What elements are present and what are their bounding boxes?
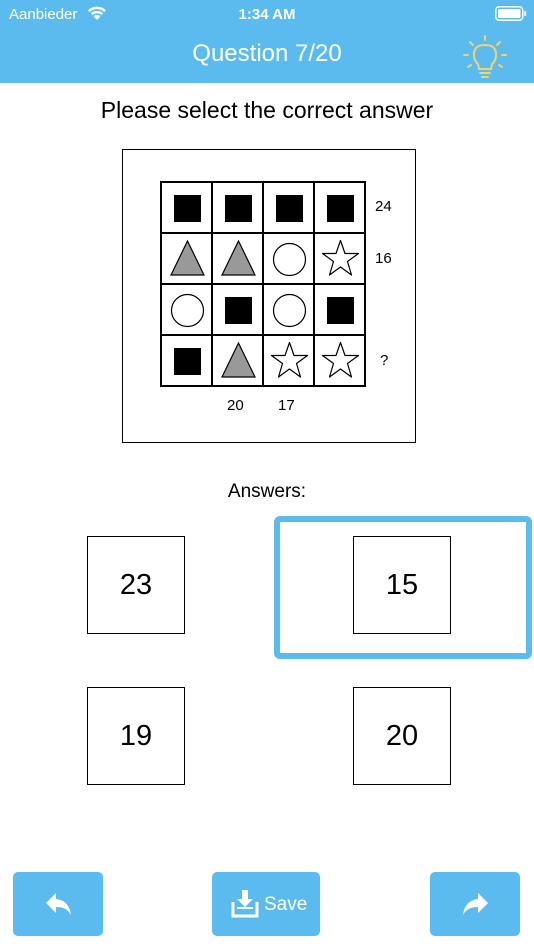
grid-cell [263, 284, 314, 335]
grid-cell [161, 284, 212, 335]
grid-cell [263, 335, 314, 386]
forward-arrow-icon [463, 893, 488, 915]
grid-cell [314, 182, 365, 233]
square-shape [327, 297, 354, 324]
grid-cell [314, 335, 365, 386]
clock: 1:34 AM [238, 6, 296, 23]
triangle-shape [170, 239, 205, 276]
reply-arrow-icon [46, 893, 71, 915]
grid-cell [161, 233, 212, 284]
square-shape [225, 297, 252, 324]
save-label: Save [264, 894, 308, 915]
square-shape [174, 195, 201, 222]
column-sum-3: 17 [278, 397, 295, 414]
grid-cell [314, 233, 365, 284]
circle-shape [272, 293, 307, 328]
grid-cell [212, 284, 263, 335]
answer-option-2[interactable]: 15 [353, 536, 451, 634]
grid-cell [314, 284, 365, 335]
save-button[interactable]: Save [212, 872, 320, 936]
status-bar: Aanbieder 1:34 AM [0, 0, 534, 28]
row-sum-1: 24 [375, 198, 392, 215]
answers-label: Answers: [227, 481, 307, 502]
page-title: Question 7/20 [192, 40, 342, 67]
star-shape [321, 341, 360, 378]
grid-cell [212, 233, 263, 284]
grid-cell [161, 182, 212, 233]
header-bar: Aanbieder 1:34 AM Question 7/20 [0, 0, 534, 83]
circle-shape [170, 293, 205, 328]
puzzle-grid [160, 181, 366, 387]
grid-cell [263, 233, 314, 284]
grid-cell [212, 335, 263, 386]
lightbulb-icon[interactable] [462, 34, 508, 80]
forward-button[interactable] [430, 872, 520, 936]
download-tray-icon [231, 890, 259, 918]
square-shape [225, 195, 252, 222]
square-shape [174, 348, 201, 375]
circle-shape [272, 242, 307, 277]
triangle-shape [221, 239, 256, 276]
question-prompt: Please select the correct answer [100, 97, 434, 123]
grid-cell [161, 335, 212, 386]
back-button[interactable] [13, 872, 103, 936]
row-sum-2: 16 [375, 250, 392, 267]
grid-cell [212, 182, 263, 233]
column-sum-2: 20 [227, 397, 244, 414]
square-shape [327, 195, 354, 222]
battery-icon [495, 6, 527, 21]
answer-option-3[interactable]: 19 [87, 687, 185, 785]
star-shape [270, 341, 309, 378]
grid-cell [263, 182, 314, 233]
square-shape [276, 195, 303, 222]
triangle-shape [221, 341, 256, 378]
row-sum-4: ? [380, 352, 389, 369]
star-shape [321, 239, 360, 276]
answer-option-4[interactable]: 20 [353, 687, 451, 785]
answer-option-1[interactable]: 23 [87, 536, 185, 634]
